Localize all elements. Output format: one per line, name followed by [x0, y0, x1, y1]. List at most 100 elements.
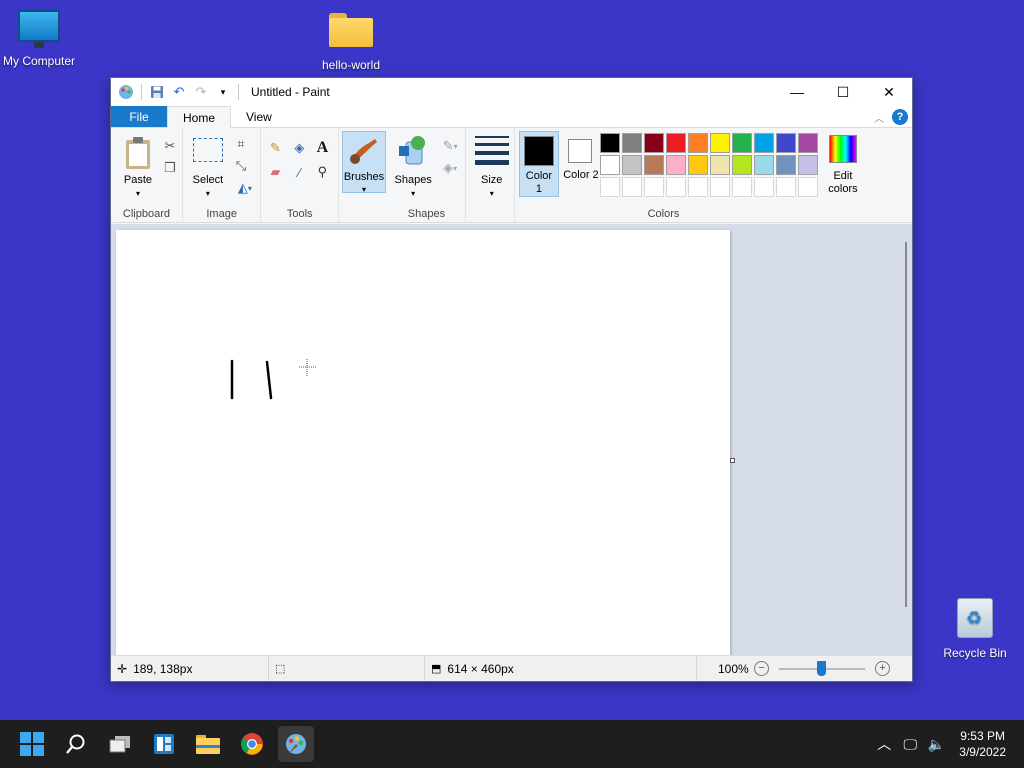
canvas-workspace	[111, 224, 912, 656]
palette-swatch-empty[interactable]	[731, 177, 752, 197]
rotate-icon[interactable]: ◭ ▾	[233, 180, 257, 196]
save-icon[interactable]	[148, 83, 166, 101]
shapes-button[interactable]: Shapes ▾	[392, 132, 434, 198]
customize-quick-access-icon[interactable]: ▾	[214, 83, 232, 101]
maximize-button[interactable]: ☐	[820, 78, 866, 106]
widgets-icon[interactable]	[146, 726, 182, 762]
paint-app-icon	[117, 83, 135, 101]
palette-swatch[interactable]	[621, 133, 642, 153]
edit-colors-label: Edit colors	[828, 170, 858, 195]
palette-swatch[interactable]	[665, 133, 686, 153]
palette-swatch-empty[interactable]	[775, 177, 796, 197]
select-button[interactable]: Select ▾	[191, 132, 225, 198]
minimize-ribbon-icon[interactable]: ︿	[874, 110, 884, 125]
color-picker-icon[interactable]: ⁄	[291, 164, 307, 180]
palette-swatch-empty[interactable]	[797, 177, 818, 197]
zoom-in-button[interactable]: +	[875, 661, 890, 676]
tab-view[interactable]: View	[231, 106, 287, 127]
size-button[interactable]: Size ▾	[472, 132, 512, 198]
text-icon[interactable]: A	[314, 139, 330, 156]
palette-swatch-empty[interactable]	[709, 177, 730, 197]
selection-icon: ⬚	[275, 663, 286, 675]
palette-swatch-empty[interactable]	[621, 177, 642, 197]
desktop-icon-hello-world[interactable]: hello-world	[309, 13, 393, 72]
palette-swatch-empty[interactable]	[599, 177, 620, 197]
desktop-icon-recycle-bin[interactable]: Recycle Bin	[933, 598, 1017, 660]
fill-icon[interactable]: ◈	[291, 140, 307, 156]
color1-button[interactable]: Color 1	[518, 131, 559, 197]
minimize-button[interactable]: —	[774, 78, 820, 106]
task-view-icon[interactable]	[102, 726, 138, 762]
palette-swatch-empty[interactable]	[665, 177, 686, 197]
palette-swatch[interactable]	[731, 155, 752, 175]
palette-swatch[interactable]	[687, 155, 708, 175]
group-tools: ✎ ◈ A ▰ ⁄ ⚲ Tools	[261, 128, 339, 223]
crop-icon[interactable]: ⌗	[233, 136, 249, 152]
group-label: Shapes	[407, 208, 446, 220]
paint-window: ↶ ↷ ▾ Untitled - Paint — ☐ ✕ File Home V…	[110, 77, 913, 682]
canvas-size: ⬒ 614 × 460px	[425, 656, 697, 681]
zoom-out-button[interactable]: −	[754, 661, 769, 676]
palette-swatch[interactable]	[753, 133, 774, 153]
undo-icon[interactable]: ↶	[170, 83, 188, 101]
window-controls: — ☐ ✕	[774, 78, 912, 106]
pencil-icon[interactable]: ✎	[267, 140, 283, 156]
brushes-button[interactable]: Brushes ▾	[342, 131, 386, 194]
close-button[interactable]: ✕	[866, 78, 912, 106]
quick-access-toolbar: ↶ ↷ ▾	[117, 83, 241, 101]
redo-icon[interactable]: ↷	[192, 83, 210, 101]
select-label: Select	[192, 174, 224, 186]
cut-icon[interactable]: ✂	[162, 138, 178, 154]
windows-logo-icon	[20, 732, 44, 756]
clock[interactable]: 9:53 PM 3/9/2022	[959, 728, 1006, 760]
drawing-canvas[interactable]	[116, 230, 730, 656]
copy-icon[interactable]: ❐	[162, 160, 178, 176]
palette-swatch[interactable]	[621, 155, 642, 175]
palette-swatch[interactable]	[643, 155, 664, 175]
palette-swatch[interactable]	[797, 155, 818, 175]
file-explorer-icon[interactable]	[190, 726, 226, 762]
palette-swatch[interactable]	[709, 155, 730, 175]
paste-button[interactable]: Paste ▾	[119, 132, 157, 198]
palette-swatch[interactable]	[709, 133, 730, 153]
volume-icon[interactable]: 🔈	[923, 736, 949, 753]
outline-icon[interactable]: ✎ ▾	[438, 138, 462, 154]
resize-icon[interactable]: ⤡	[233, 158, 249, 174]
network-icon[interactable]: 🖵	[897, 736, 923, 753]
show-hidden-icons-icon[interactable]: ︿	[871, 734, 897, 754]
ribbon-tabs: File Home View ︿ ?	[111, 106, 912, 128]
desktop-icon-my-computer[interactable]: My Computer	[0, 10, 81, 68]
start-button[interactable]	[14, 726, 50, 762]
zoom-slider-thumb[interactable]	[817, 661, 826, 676]
help-icon[interactable]: ?	[892, 109, 908, 125]
palette-swatch[interactable]	[775, 133, 796, 153]
palette-swatch[interactable]	[753, 155, 774, 175]
palette-swatch-empty[interactable]	[643, 177, 664, 197]
palette-swatch[interactable]	[665, 155, 686, 175]
chrome-icon[interactable]	[234, 726, 270, 762]
color1-label: Color 1	[525, 170, 553, 195]
shape-fill-icon[interactable]: ◈ ▾	[438, 160, 462, 176]
select-rectangle-icon	[192, 138, 223, 162]
eraser-icon[interactable]: ▰	[267, 164, 283, 180]
magnifier-icon[interactable]: ⚲	[314, 164, 330, 180]
tab-file[interactable]: File	[111, 106, 167, 127]
palette-swatch[interactable]	[643, 133, 664, 153]
color2-button[interactable]: Color 2	[561, 131, 601, 197]
paint-taskbar-icon[interactable]	[278, 726, 314, 762]
canvas-resize-handle[interactable]	[730, 458, 735, 463]
palette-swatch[interactable]	[599, 133, 620, 153]
search-icon[interactable]	[58, 726, 94, 762]
zoom-level: 100%	[718, 662, 749, 676]
palette-swatch-empty[interactable]	[687, 177, 708, 197]
vertical-scrollbar[interactable]	[905, 242, 907, 607]
palette-swatch-empty[interactable]	[753, 177, 774, 197]
tab-home[interactable]: Home	[167, 106, 232, 128]
edit-colors-button[interactable]: Edit colors	[823, 132, 863, 198]
system-tray: ︿ 🖵 🔈 9:53 PM 3/9/2022	[871, 720, 1024, 768]
palette-swatch[interactable]	[687, 133, 708, 153]
palette-swatch[interactable]	[731, 133, 752, 153]
palette-swatch[interactable]	[599, 155, 620, 175]
palette-swatch[interactable]	[775, 155, 796, 175]
palette-swatch[interactable]	[797, 133, 818, 153]
